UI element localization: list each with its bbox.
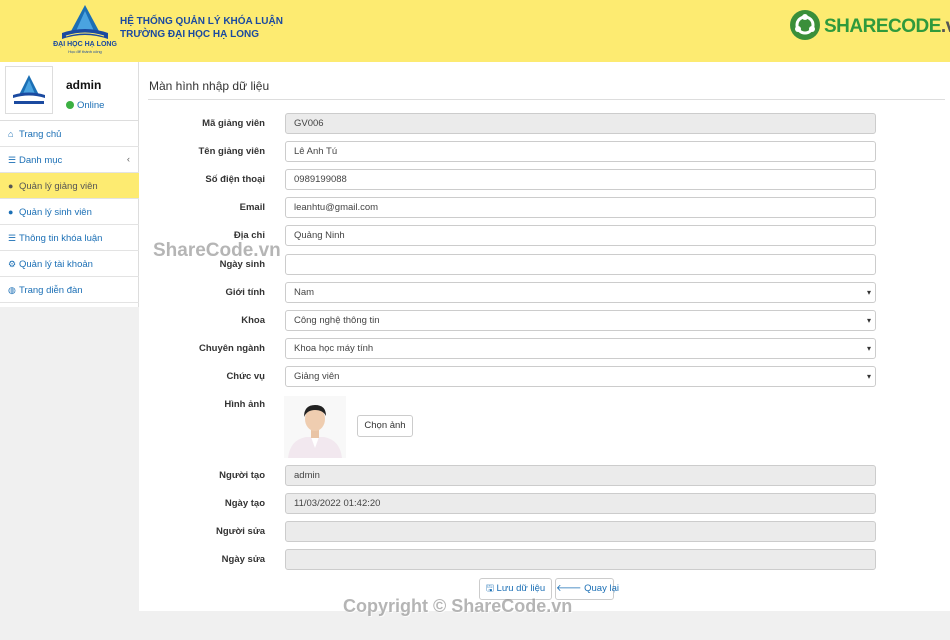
globe-icon: ◍: [8, 285, 16, 295]
online-dot-icon: [66, 101, 74, 109]
sidebar-item-quan-ly-tai-khoan[interactable]: ⚙ Quản lý tài khoản: [0, 251, 139, 277]
logo-text: ĐẠI HỌC HẠ LONG: [53, 41, 117, 48]
main-content: Màn hình nhập dữ liệu Mã giảng viên GV00…: [139, 62, 950, 611]
user-name: admin: [66, 78, 102, 92]
label-gioi-tinh: Giới tính: [225, 287, 265, 298]
khoa-select[interactable]: Công nghệ thông tin ▾: [285, 310, 876, 331]
divider: [148, 99, 945, 100]
dia-chi-input[interactable]: Quảng Ninh: [285, 225, 876, 246]
chevron-down-icon: ▾: [866, 344, 871, 353]
top-header: ĐẠI HỌC HẠ LONG Học để thành công HỆ THỐ…: [0, 0, 950, 62]
chuc-vu-select[interactable]: Giảng viên ▾: [285, 366, 876, 387]
system-title: HỆ THỐNG QUẢN LÝ KHÓA LUẬN TRƯỜNG ĐẠI HỌ…: [120, 15, 283, 41]
sharecode-brand-text: SHARECODE.vn: [824, 16, 950, 37]
label-email: Email: [239, 202, 265, 213]
ngay-sinh-input[interactable]: [285, 254, 876, 275]
ma-giang-vien-input[interactable]: GV006: [285, 113, 876, 134]
users-icon: ●: [8, 207, 14, 217]
nguoi-sua-input[interactable]: [285, 521, 876, 542]
label-nguoi-sua: Người sửa: [215, 526, 265, 537]
ten-giang-vien-input[interactable]: Lê Anh Tú: [285, 141, 876, 162]
label-ngay-tao: Ngày tạo: [224, 498, 265, 509]
chevron-down-icon: ▾: [866, 316, 871, 325]
choose-image-button[interactable]: Chọn ảnh: [357, 415, 413, 437]
gears-icon: ⚙: [8, 259, 17, 269]
user-icon: ●: [8, 181, 14, 191]
chevron-left-icon: ‹: [126, 154, 130, 165]
list-icon: ☰: [8, 233, 17, 243]
email-input[interactable]: leanhtu@gmail.com: [285, 197, 876, 218]
copyright-watermark: Copyright © ShareCode.vn: [343, 596, 573, 616]
label-ngay-sua: Ngày sửa: [221, 554, 265, 565]
user-panel: admin Online: [0, 62, 139, 121]
floppy-icon: 🖫: [485, 583, 497, 594]
chuyen-nganh-select[interactable]: Khoa học máy tính ▾: [285, 338, 876, 359]
sidebar-item-trang-chu[interactable]: ⌂ Trang chủ: [0, 121, 139, 147]
lecturer-photo: [284, 396, 346, 458]
sidebar-item-quan-ly-sinh-vien[interactable]: ● Quản lý sinh viên: [0, 199, 139, 225]
ngay-tao-input[interactable]: 11/03/2022 01:42:20: [285, 493, 876, 514]
label-khoa: Khoa: [241, 315, 265, 326]
system-title-line1: HỆ THỐNG QUẢN LÝ KHÓA LUẬN: [120, 16, 283, 27]
home-icon: ⌂: [8, 129, 14, 139]
label-so-dien-thoai: Số điện thoại: [205, 174, 265, 185]
label-ma-giang-vien: Mã giảng viên: [202, 118, 265, 129]
sidebar-item-quan-ly-giang-vien[interactable]: ● Quản lý giảng viên: [0, 173, 139, 199]
chevron-down-icon: ▾: [866, 288, 871, 297]
label-chuc-vu: Chức vụ: [226, 371, 265, 382]
page-title: Màn hình nhập dữ liệu: [149, 79, 270, 93]
sidebar-item-danh-muc[interactable]: ☰ Danh mục ‹: [0, 147, 139, 173]
gioi-tinh-select[interactable]: Nam ▾: [285, 282, 876, 303]
watermark: ShareCode.vn: [153, 240, 281, 261]
label-nguoi-tao: Người tạo: [219, 470, 265, 481]
ngay-sua-input[interactable]: [285, 549, 876, 570]
sidebar-item-thong-tin-khoa-luan[interactable]: ☰ Thông tin khóa luận: [0, 225, 139, 251]
arrow-left-icon: 🡐: [556, 583, 585, 594]
so-dien-thoai-input[interactable]: 0989199088: [285, 169, 876, 190]
nguoi-tao-input[interactable]: admin: [285, 465, 876, 486]
label-hinh-anh: Hình ảnh: [224, 399, 265, 410]
label-ten-giang-vien: Tên giảng viên: [198, 146, 265, 157]
sidebar: admin Online ⌂ Trang chủ ☰ Danh mục ‹ ● Quả…: [0, 62, 139, 307]
user-status: Online: [66, 100, 104, 111]
university-logo: ĐẠI HỌC HẠ LONG Học để thành công: [52, 3, 118, 55]
label-chuyen-nganh: Chuyên ngành: [199, 343, 265, 354]
sharecode-logo-icon: [790, 10, 820, 40]
chevron-down-icon: ▾: [866, 372, 871, 381]
avatar: [5, 66, 53, 114]
logo-subtext: Học để thành công: [68, 49, 102, 54]
book-logo-icon: [62, 5, 108, 39]
list-icon: ☰: [8, 155, 17, 165]
sidebar-item-trang-dien-dan[interactable]: ◍ Trang diễn đàn: [0, 277, 139, 303]
system-title-line2: TRƯỜNG ĐẠI HỌC HẠ LONG: [120, 29, 260, 40]
